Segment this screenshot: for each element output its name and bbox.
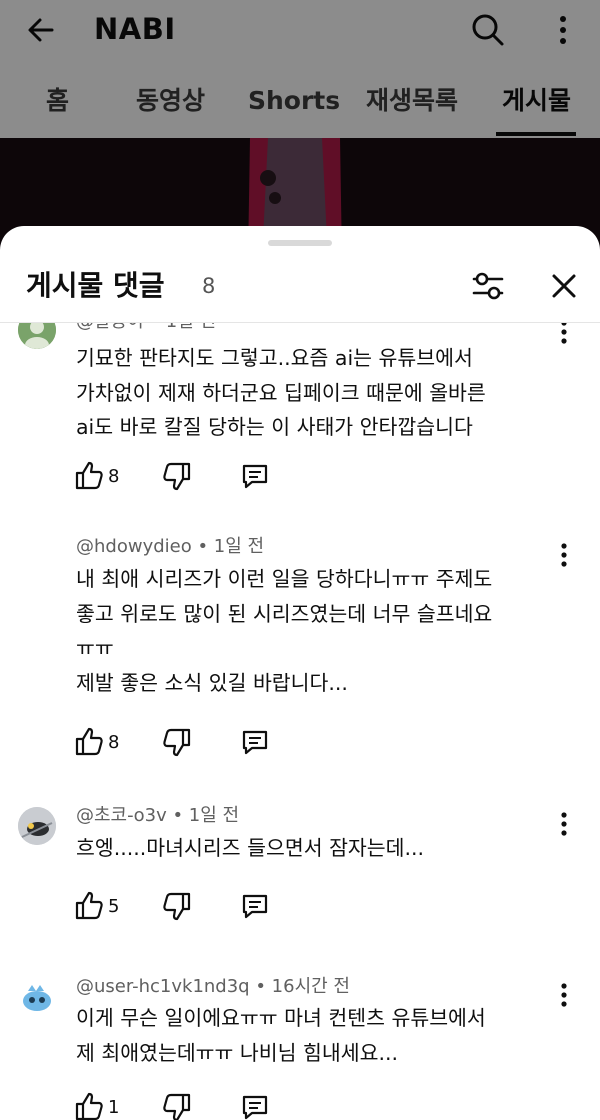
comment-line: 제발 좋은 소식 있길 바랍니다... <box>76 670 348 695</box>
more-vert-icon[interactable] <box>552 809 576 839</box>
comment-line: ㅠㅠ <box>76 636 114 660</box>
reply-icon <box>242 730 268 755</box>
thumbs-down-icon <box>163 892 191 921</box>
comment-line: 제 최애였는데ㅠㅠ 나비님 힘내세요... <box>76 1040 398 1065</box>
comment-text: 내 최애 시리즈가 이런 일을 당하다니ㅠㅠ 주제도 좋고 위로도 많이 된 시… <box>76 562 546 700</box>
dislike-button[interactable] <box>162 725 196 761</box>
thumbs-down-icon <box>163 728 191 757</box>
thumbs-down-icon <box>163 1093 191 1120</box>
comment-line: 흐엥.....마녀시리즈 들으면서 잠자는데... <box>76 836 425 860</box>
comment-list[interactable]: @달콩이 • 1일 전 기묘한 판타지도 그렇고..요즘 ai는 유튜브에서 가… <box>0 323 600 1120</box>
comment-meta: @user-hc1vk1nd3q • 16시간 전 <box>76 976 350 997</box>
comments-sheet: 게시물 댓글 8 @달콩이 • 1일 전 기묘한 판타지도 그렇고..요즘 ai <box>0 226 600 1120</box>
sheet-header: 게시물 댓글 8 <box>0 252 600 322</box>
comment-line: ai도 바로 칼질 당하는 이 사태가 안타깝습니다 <box>76 415 473 439</box>
more-vert-icon[interactable] <box>552 323 576 347</box>
comment-line: 좋고 위로도 많이 된 시리즈였는데 너무 슬프네요 <box>76 601 493 626</box>
comment-meta: @초코-o3v • 1일 전 <box>76 805 240 826</box>
like-button[interactable]: 8 <box>74 725 144 761</box>
comment-meta: @달콩이 • 1일 전 <box>76 323 216 335</box>
drag-handle[interactable] <box>268 240 332 246</box>
comment-line: 내 최애 시리즈가 이런 일을 당하다니ㅠㅠ 주제도 <box>76 567 493 591</box>
avatar[interactable] <box>18 807 56 845</box>
reply-icon <box>242 894 268 919</box>
avatar[interactable] <box>18 979 56 1017</box>
reply-button[interactable] <box>240 725 274 761</box>
sheet-title: 게시물 댓글 <box>26 269 165 302</box>
dislike-button[interactable] <box>162 459 196 495</box>
more-vert-icon[interactable] <box>552 980 576 1010</box>
sort-filter-icon[interactable] <box>466 264 510 308</box>
comment-actions: 5 <box>74 889 314 925</box>
avatar[interactable] <box>18 323 56 349</box>
comment-text: 이게 무슨 일이에요ㅠㅠ 마녀 컨텐츠 유튜브에서 제 최애였는데ㅠㅠ 나비님 … <box>76 1001 546 1070</box>
reply-button[interactable] <box>240 459 274 495</box>
comment-actions: 8 <box>74 725 314 761</box>
comment-text: 기묘한 판타지도 그렇고..요즘 ai는 유튜브에서 가차없이 제재 하더군요 … <box>76 341 546 445</box>
comment-meta: @hdowydieo • 1일 전 <box>76 536 265 557</box>
comment-line: 기묘한 판타지도 그렇고..요즘 ai는 유튜브에서 <box>76 346 473 370</box>
thumbs-up-icon <box>75 461 103 490</box>
like-count: 8 <box>108 732 120 753</box>
dislike-button[interactable] <box>162 1090 196 1120</box>
close-icon[interactable] <box>542 264 586 308</box>
comment-count: 8 <box>202 274 216 298</box>
reply-icon <box>242 1095 268 1120</box>
like-button[interactable]: 1 <box>74 1090 144 1120</box>
like-count: 5 <box>108 896 120 917</box>
comment-item: @달콩이 • 1일 전 기묘한 판타지도 그렇고..요즘 ai는 유튜브에서 가… <box>0 323 600 527</box>
comment-actions: 8 <box>74 459 314 495</box>
comment-line: 이게 무슨 일이에요ㅠㅠ 마녀 컨텐츠 유튜브에서 <box>76 1006 486 1030</box>
reply-button[interactable] <box>240 1090 274 1120</box>
dislike-button[interactable] <box>162 889 196 925</box>
like-button[interactable]: 8 <box>74 459 144 495</box>
like-button[interactable]: 5 <box>74 889 144 925</box>
thumbs-up-icon <box>75 891 103 920</box>
scrim-overlay <box>0 0 600 260</box>
comment-line: 가차없이 제재 하더군요 딥페이크 때문에 올바른 <box>76 380 486 405</box>
thumbs-down-icon <box>163 462 191 491</box>
reply-icon <box>242 464 268 489</box>
thumbs-up-icon <box>75 727 103 756</box>
like-count: 1 <box>108 1097 120 1118</box>
comment-item: @user-hc1vk1nd3q • 16시간 전 이게 무슨 일이에요ㅠㅠ 마… <box>0 967 600 1120</box>
reply-button[interactable] <box>240 889 274 925</box>
comment-actions: 1 <box>74 1090 314 1120</box>
like-count: 8 <box>108 466 120 487</box>
comment-text: 흐엥.....마녀시리즈 들으면서 잠자는데... <box>76 831 546 866</box>
channel-page: NABI 홈 동영상 Shorts 재생목록 게시물 <box>0 0 600 260</box>
comment-item: @hdowydieo • 1일 전 내 최애 시리즈가 이런 일을 당하다니ㅠㅠ… <box>0 527 600 797</box>
thumbs-up-icon <box>75 1092 103 1120</box>
more-vert-icon[interactable] <box>552 540 576 570</box>
comment-item: @초코-o3v • 1일 전 흐엥.....마녀시리즈 들으면서 잠자는데...… <box>0 797 600 967</box>
